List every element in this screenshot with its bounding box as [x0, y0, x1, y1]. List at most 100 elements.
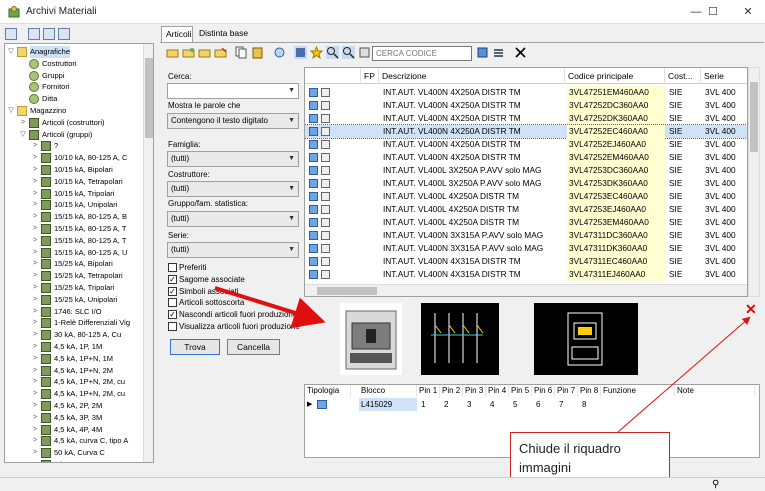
chevron-right-icon[interactable]: > [31, 412, 39, 424]
lower-header-pin6[interactable]: Pin 6 [532, 385, 555, 397]
maximize-button[interactable]: ☐ [699, 4, 727, 20]
table-row[interactable]: INT.AUT. VL400L 4X250A DISTR TM 3VL47253E… [305, 203, 747, 216]
table-row[interactable]: INT.AUT. VL400N 4X315A DISTR TM 3VL47311E… [305, 255, 747, 268]
tree-item[interactable]: >4,5 kA, 4P, 4M [5, 424, 143, 436]
tree-item[interactable]: >4,5 kA, 1P+N, 1M [5, 353, 143, 365]
grid-header-fp[interactable]: FP [361, 68, 379, 84]
grid-hscroll-thumb[interactable] [317, 287, 377, 295]
grid-horizontal-scrollbar[interactable] [305, 284, 747, 296]
search-icon[interactable] [326, 46, 339, 59]
tree-item[interactable]: ▽ Magazzino [5, 105, 143, 117]
grid-scrollbar[interactable] [748, 67, 760, 297]
table-row[interactable]: INT.AUT. VL400N 4X250A DISTR TM 3VL47251E… [305, 86, 747, 99]
split-vertical-icon[interactable] [43, 28, 55, 40]
star-icon[interactable] [310, 46, 323, 59]
chevron-right-icon[interactable]: > [31, 317, 39, 329]
tree-item[interactable]: >4,5 kA, 3P, 3M [5, 412, 143, 424]
filter-checkbox[interactable]: Visualizza articoli fuori produzione [168, 321, 304, 332]
chevron-right-icon[interactable]: > [31, 176, 39, 188]
paste-icon[interactable] [251, 46, 264, 59]
chevron-right-icon[interactable]: > [31, 223, 39, 235]
tree-item[interactable]: >10/15 kA, Tetrapolari [5, 176, 143, 188]
filter-icon[interactable] [294, 46, 307, 59]
checkbox-icon[interactable] [168, 298, 177, 308]
chevron-right-icon[interactable]: > [31, 258, 39, 270]
pin-cell[interactable]: 5 [513, 398, 517, 411]
tree-item[interactable]: > Articoli (costruttori) [5, 117, 143, 129]
articles-grid[interactable]: FP Descrizione Codice principale Cost...… [304, 67, 748, 297]
tree-item[interactable]: >4,5 kA, 1P+N, 2M, cu [5, 388, 143, 400]
table-row[interactable]: INT.AUT. VL400L 3X250A P.AVV solo MAG 3VL… [305, 177, 747, 190]
chevron-right-icon[interactable]: > [31, 270, 39, 282]
chevron-right-icon[interactable]: > [31, 447, 39, 459]
table-row[interactable]: INT.AUT. VL400N 4X250A DISTR TM 3VL47252E… [305, 138, 747, 151]
chevron-right-icon[interactable]: > [31, 353, 39, 365]
pin-cell[interactable]: 3 [467, 398, 471, 411]
tree-item[interactable]: >15/25 kA, Tripolari [5, 282, 143, 294]
tree-item[interactable]: >4,5 kA, 2P, 2M [5, 400, 143, 412]
lower-header-blocco[interactable]: Blocco [359, 385, 417, 397]
chevron-right-icon[interactable]: > [31, 199, 39, 211]
filter-checkbox[interactable]: Articoli sottoscorta [168, 297, 304, 308]
tree-item[interactable]: >10/15 kA, Tripolari [5, 188, 143, 200]
pin-cell[interactable]: 2 [444, 398, 448, 411]
pin-cell[interactable]: 8 [582, 398, 586, 411]
chevron-down-icon[interactable]: ▽ [7, 46, 15, 58]
table-row[interactable]: INT.AUT. VL400L 4X250A DISTR TM 3VL47253E… [305, 190, 747, 203]
lower-header-pin2[interactable]: Pin 2 [440, 385, 463, 397]
tree-item[interactable]: >4,5 kA, curva C, tipo A [5, 435, 143, 447]
chevron-right-icon[interactable]: > [31, 235, 39, 247]
folder-delete-icon[interactable] [214, 46, 227, 59]
checkbox-checked-icon[interactable]: ✓ [168, 274, 177, 284]
table-row[interactable]: INT.AUT. VL400N 3X315A P.AVV solo MAG 3VL… [305, 242, 747, 255]
checkbox-icon[interactable] [168, 322, 177, 331]
binoculars-icon[interactable]: ⚲ [712, 479, 719, 490]
chevron-right-icon[interactable]: > [19, 117, 27, 129]
navigation-tree[interactable]: ▽ Anagrafiche Costruttori Gruppi Fornitori Di… [4, 43, 154, 463]
gruppo-combo[interactable]: (tutti) ▼ [167, 211, 299, 227]
table-row[interactable]: INT.AUT. VL400N 4X315A DISTR TM 3VL47311E… [305, 268, 747, 281]
tree-item[interactable]: >15/15 kA, 80-125 A, B [5, 211, 143, 223]
chevron-down-icon[interactable]: ▽ [19, 129, 27, 141]
table-row[interactable]: INT.AUT. VL400L 3X250A P.AVV solo MAG 3VL… [305, 164, 747, 177]
table-row[interactable]: INT.AUT. VL400N 4X250A DISTR TM 3VL47252D… [305, 112, 747, 125]
serie-combo[interactable]: (tutti) ▼ [167, 242, 299, 258]
copy-icon[interactable] [235, 46, 248, 59]
tree-item[interactable]: ▽ Articoli (gruppi) [5, 129, 143, 141]
tab-distinta-base[interactable]: Distinta base [195, 26, 255, 42]
new-folder-icon[interactable] [182, 46, 195, 59]
pin-cell[interactable]: 7 [559, 398, 563, 411]
chevron-right-icon[interactable]: > [31, 376, 39, 388]
chevron-right-icon[interactable]: > [31, 164, 39, 176]
tree-item[interactable]: >30 kA, 80-125 A, Cu [5, 329, 143, 341]
table-row[interactable]: INT.AUT. VL400N 4X250A DISTR TM 3VL47252D… [305, 99, 747, 112]
tree-item[interactable]: >1-Relè Differenziali Vig [5, 317, 143, 329]
cerca-combo[interactable]: ▼ [167, 83, 299, 99]
chevron-down-icon[interactable]: ▽ [7, 105, 15, 117]
lower-header-pin3[interactable]: Pin 3 [463, 385, 486, 397]
chevron-right-icon[interactable]: > [31, 388, 39, 400]
columns-icon[interactable] [58, 28, 70, 40]
checkbox-checked-icon[interactable]: ✓ [168, 286, 177, 296]
tree-item[interactable]: >10/15 kA, Unipolari [5, 199, 143, 211]
lower-header-tipologia[interactable]: Tipologia [305, 385, 351, 397]
tree-scrollbar-thumb[interactable] [145, 58, 153, 138]
pin-cell[interactable]: 1 [421, 398, 425, 411]
checkbox-checked-icon[interactable]: ✓ [168, 310, 177, 320]
tree-item[interactable]: >4,5 kA, 1P+N, 2M [5, 365, 143, 377]
grid-header-codice[interactable]: Codice principale [565, 68, 665, 84]
famiglia-combo[interactable]: (tutti) ▼ [167, 151, 299, 167]
tree-scrollbar[interactable] [143, 44, 153, 462]
chevron-right-icon[interactable]: > [31, 282, 39, 294]
chevron-right-icon[interactable]: > [31, 365, 39, 377]
delete-icon[interactable] [514, 46, 527, 59]
tree-item[interactable]: >15/25 kA, Tetrapolari [5, 270, 143, 282]
search-code-input[interactable] [372, 46, 472, 61]
tree-item[interactable]: Costruttori [5, 58, 143, 70]
tree-item[interactable]: >15/25 kA, Bipolari [5, 258, 143, 270]
edit-icon[interactable] [358, 46, 371, 59]
chevron-right-icon[interactable]: > [31, 188, 39, 200]
chevron-right-icon[interactable]: > [31, 211, 39, 223]
grid-header-descrizione[interactable]: Descrizione [379, 68, 565, 84]
folder-edit-icon[interactable] [198, 46, 211, 59]
